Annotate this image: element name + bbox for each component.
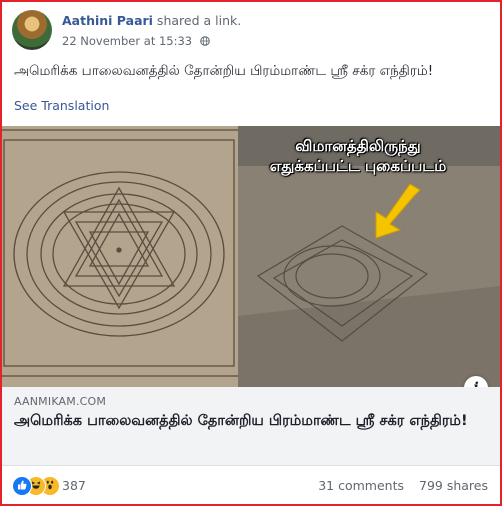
see-translation-link[interactable]: See Translation: [14, 98, 109, 113]
link-preview-meta[interactable]: AANMIKAM.COM அமெரிக்க பாலைவனத்தில் தோன்ற…: [2, 387, 500, 466]
post-text: அமெரிக்க பாலைவனத்தில் தோன்றிய பிரம்மாண்ட…: [14, 63, 434, 79]
image-caption-line1: விமானத்திலிருந்து: [295, 137, 421, 155]
author-avatar[interactable]: [12, 10, 52, 50]
image-caption-line2: எதுக்கப்பட்ட புகைப்படம்: [269, 157, 447, 175]
shared-action-text: shared a link.: [152, 13, 242, 28]
like-icon: [12, 476, 32, 496]
author-name[interactable]: Aathini Paari: [62, 13, 153, 28]
post-header: Aathini Paari shared a link. 22 November…: [12, 10, 492, 54]
author-line: Aathini Paari shared a link.: [62, 13, 241, 28]
timestamp-text[interactable]: 22 November at 15:33: [62, 34, 192, 48]
engagement-bar: 387 31 comments 799 shares: [2, 470, 500, 500]
image-caption: விமானத்திலிருந்து எதுக்கப்பட்ட புகைப்படம…: [236, 136, 480, 176]
link-title[interactable]: அமெரிக்க பாலைவனத்தில் தோன்றிய பிரம்மாண்ட…: [14, 411, 484, 431]
shared-post-card: Aathini Paari shared a link. 22 November…: [0, 0, 502, 506]
shares-count[interactable]: 799 shares: [419, 478, 488, 493]
link-preview-image[interactable]: விமானத்திலிருந்து எதுக்கப்பட்ட புகைப்படம…: [2, 126, 500, 387]
globe-icon: [199, 36, 210, 46]
reaction-count[interactable]: 387: [62, 478, 86, 493]
link-domain: AANMIKAM.COM: [14, 395, 107, 408]
comments-count[interactable]: 31 comments: [318, 478, 404, 493]
post-timestamp[interactable]: 22 November at 15:33: [62, 34, 210, 48]
